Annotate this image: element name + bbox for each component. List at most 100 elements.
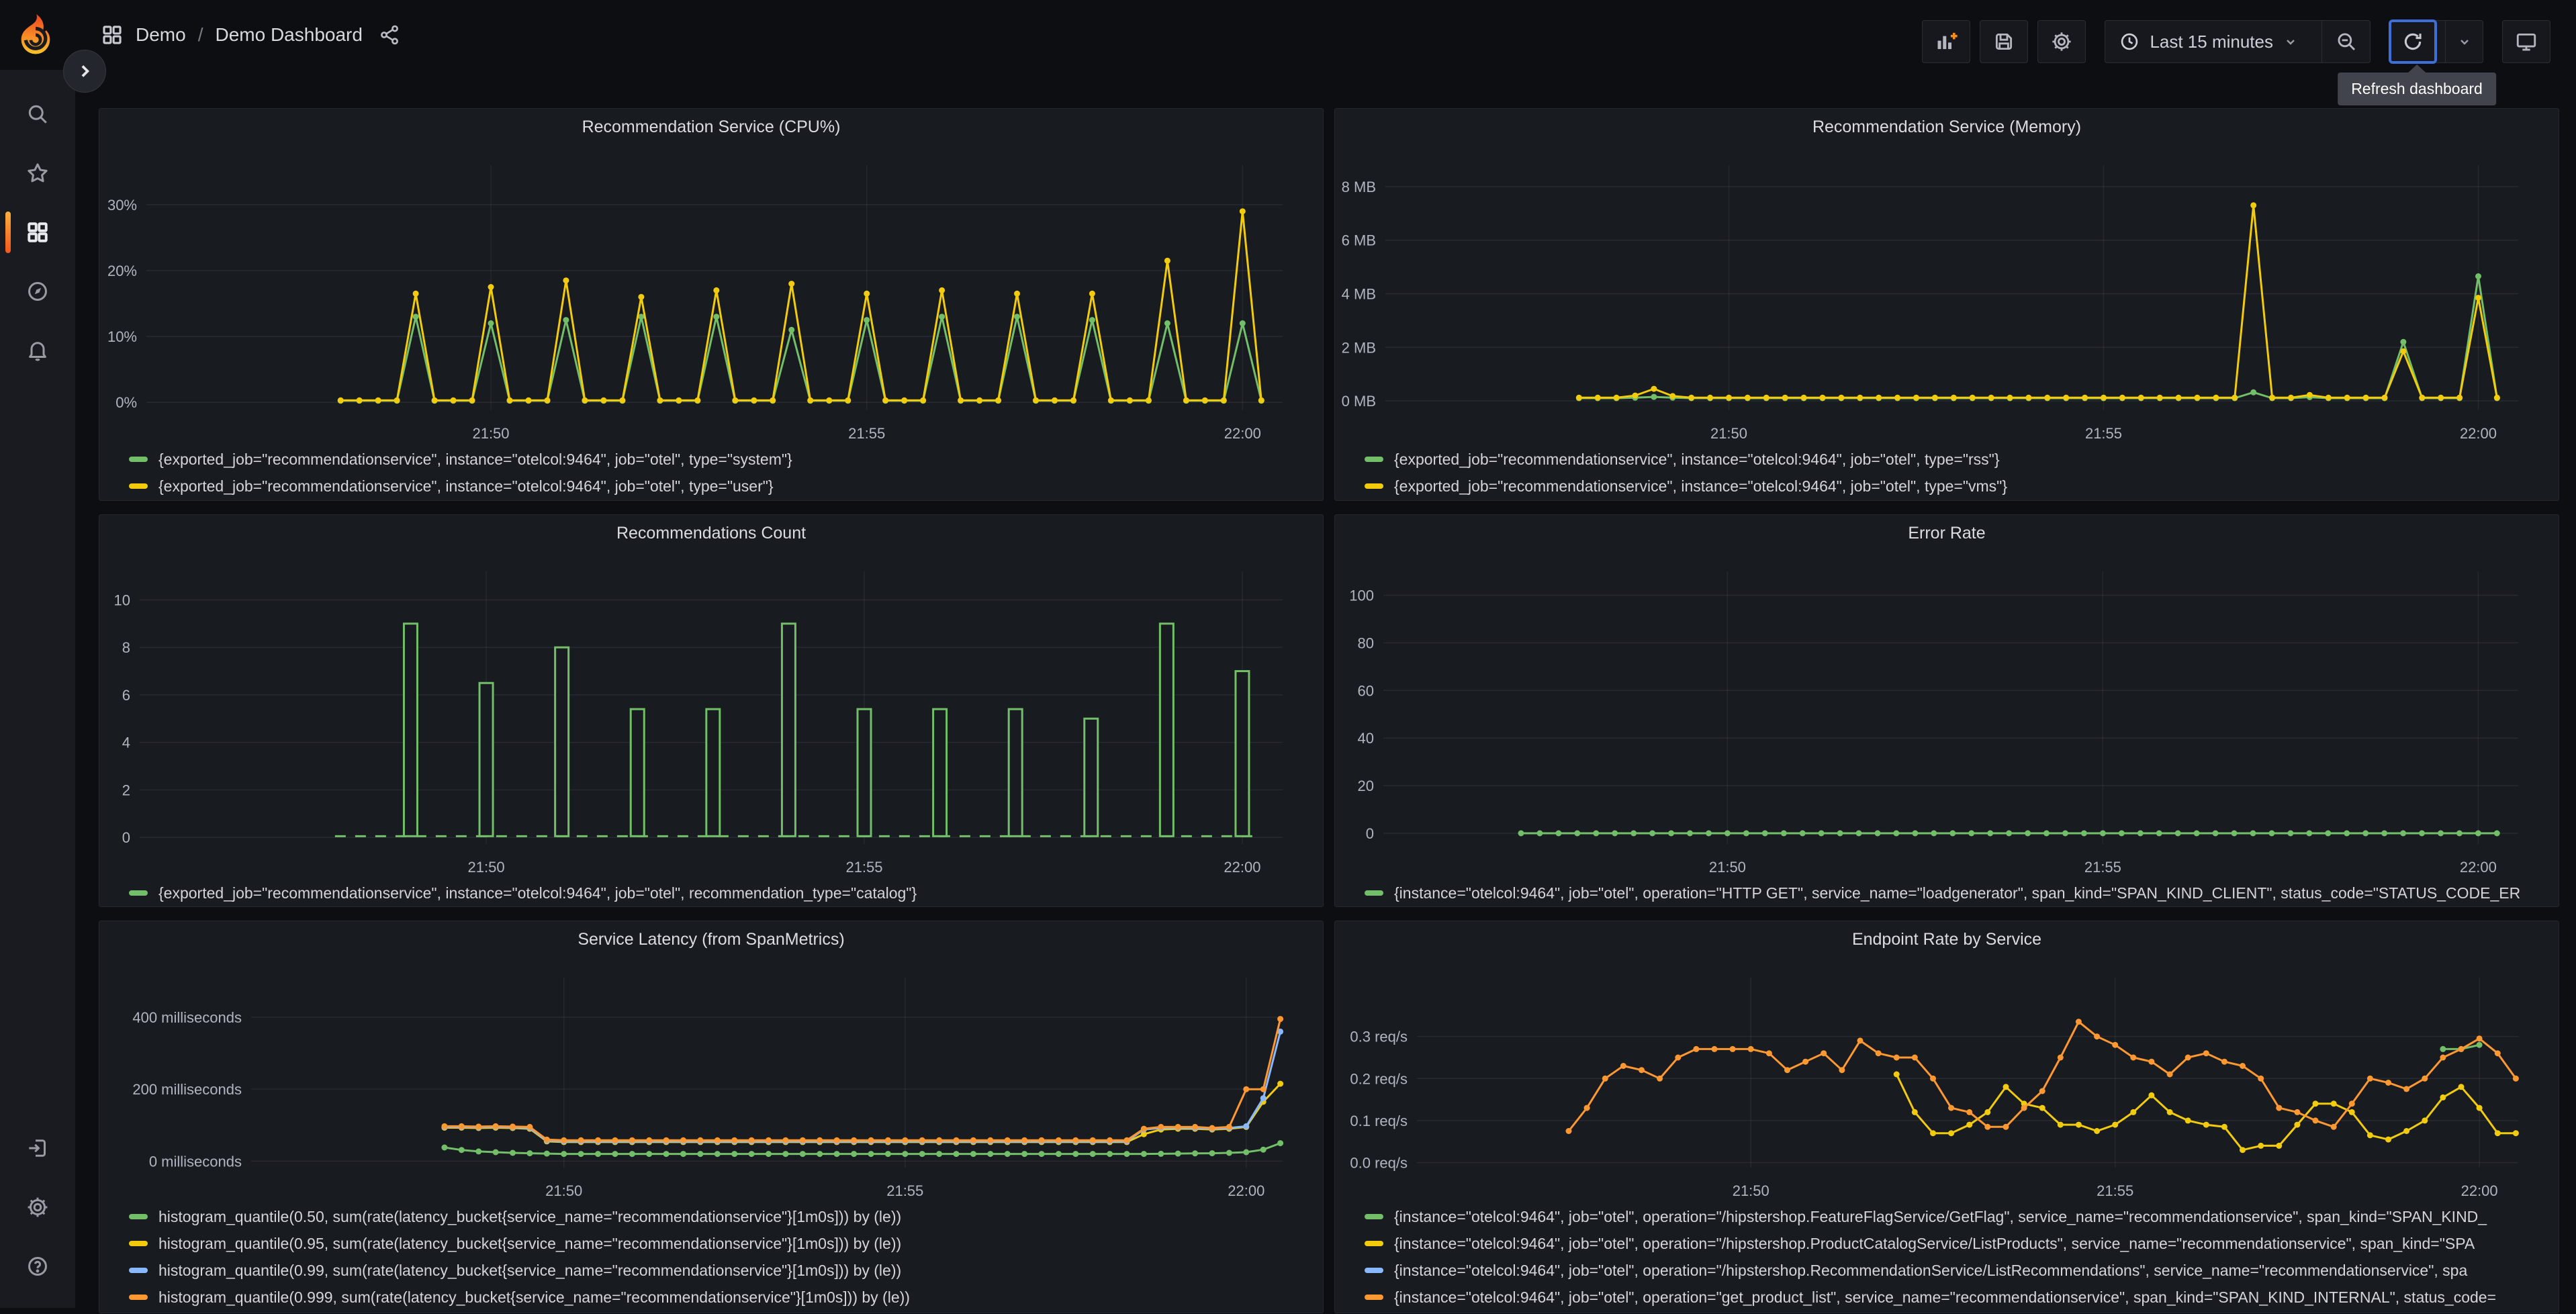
x-axis-label: 22:00 bbox=[1228, 1182, 1264, 1199]
x-axis-label: 21:50 bbox=[472, 425, 509, 442]
legend-swatch-icon bbox=[1365, 890, 1383, 896]
x-axis-label: 21:55 bbox=[2097, 1182, 2133, 1199]
legend-item[interactable]: {exported_job="recommendationservice", i… bbox=[129, 473, 1314, 499]
x-axis-label: 22:00 bbox=[2460, 859, 2497, 876]
legend-item[interactable]: histogram_quantile(0.50, sum(rate(latenc… bbox=[129, 1204, 1314, 1229]
x-axis-label: 22:00 bbox=[1224, 859, 1260, 876]
y-axis-label: 2 MB bbox=[1342, 339, 1376, 356]
y-axis-label: 30% bbox=[107, 197, 137, 214]
refresh-button[interactable] bbox=[2389, 19, 2437, 64]
help-icon bbox=[28, 1257, 47, 1276]
sidebar-item-configuration[interactable] bbox=[0, 1178, 75, 1237]
panel[interactable]: Recommendations Count 21:50 21:55 22:00 0 2 4 6… bbox=[99, 514, 1324, 907]
legend-label: {instance="otelcol:9464", job="otel", op… bbox=[1394, 884, 2521, 902]
panel[interactable]: Error Rate 21:50 21:55 22:00 0 20 40 60 80 100 {in… bbox=[1334, 514, 2559, 907]
x-axis-label: 21:55 bbox=[848, 425, 885, 442]
panel[interactable]: Recommendation Service (CPU%) 21:50 21:55 2… bbox=[99, 108, 1324, 501]
legend-item[interactable]: {instance="otelcol:9464", job="otel", op… bbox=[1365, 1204, 2549, 1229]
legend-item[interactable]: {exported_job="recommendationservice", i… bbox=[1365, 447, 2549, 472]
legend-swatch-icon bbox=[1365, 1268, 1383, 1273]
tooltip-arrow bbox=[2408, 64, 2426, 73]
y-axis-label: 0 bbox=[122, 829, 130, 846]
y-axis-label: 20% bbox=[107, 263, 137, 279]
search-icon bbox=[28, 105, 47, 124]
sidebar-item-starred[interactable] bbox=[0, 144, 75, 203]
gear-icon bbox=[28, 1197, 48, 1217]
x-axis-label: 22:00 bbox=[2461, 1182, 2498, 1199]
legend-swatch-icon bbox=[129, 1241, 148, 1246]
x-axis-label: 21:50 bbox=[1733, 1182, 1769, 1199]
legend-swatch-icon bbox=[129, 890, 148, 896]
y-axis-label: 400 milliseconds bbox=[132, 1009, 242, 1026]
y-axis-label: 0.3 req/s bbox=[1350, 1029, 1408, 1045]
legend-item[interactable]: {exported_job="recommendationservice", i… bbox=[129, 447, 1314, 472]
x-axis-label: 21:55 bbox=[2085, 425, 2122, 442]
y-axis-label: 200 milliseconds bbox=[132, 1081, 242, 1098]
star-icon bbox=[28, 163, 48, 183]
y-axis-label: 60 bbox=[1358, 682, 1374, 699]
panel-chart[interactable]: 21:50 21:55 22:00 0% 10% 20% 30% bbox=[99, 109, 1324, 502]
bell-icon bbox=[29, 342, 46, 361]
chevron-right-icon bbox=[81, 65, 90, 77]
panel-chart[interactable]: 21:50 21:55 22:00 0 2 4 6 8 10 bbox=[99, 515, 1324, 908]
legend-swatch-icon bbox=[1365, 457, 1383, 462]
sidebar-item-search[interactable] bbox=[0, 85, 75, 144]
sign-in-icon bbox=[29, 1139, 46, 1157]
y-axis-label: 40 bbox=[1358, 730, 1374, 747]
y-axis-label: 6 MB bbox=[1342, 232, 1376, 249]
refresh-tooltip: Refresh dashboard bbox=[2338, 64, 2496, 105]
legend-label: histogram_quantile(0.99, sum(rate(latenc… bbox=[158, 1261, 902, 1279]
panel[interactable]: Recommendation Service (Memory) 21:50 21:5… bbox=[1334, 108, 2559, 501]
legend-item[interactable]: {instance="otelcol:9464", job="otel", op… bbox=[1365, 1258, 2549, 1283]
legend-swatch-icon bbox=[129, 457, 148, 462]
legend-label: histogram_quantile(0.999, sum(rate(laten… bbox=[158, 1288, 910, 1306]
legend-item[interactable]: {exported_job="recommendationservice", i… bbox=[1365, 473, 2549, 499]
y-axis-label: 0.2 req/s bbox=[1350, 1070, 1408, 1087]
y-axis-label: 6 bbox=[122, 687, 130, 704]
y-axis-label: 2 bbox=[122, 782, 130, 798]
y-axis-label: 4 MB bbox=[1342, 285, 1376, 302]
legend-item[interactable]: {instance="otelcol:9464", job="otel", op… bbox=[1365, 880, 2549, 906]
legend-label: histogram_quantile(0.95, sum(rate(latenc… bbox=[158, 1234, 902, 1252]
y-axis-label: 0 MB bbox=[1342, 393, 1376, 410]
dashboard-grid: Recommendation Service (CPU%) 21:50 21:55 2… bbox=[0, 0, 2576, 1313]
compass-icon bbox=[28, 282, 47, 301]
legend-item[interactable]: {instance="otelcol:9464", job="otel", op… bbox=[1365, 1231, 2549, 1256]
legend-item[interactable]: histogram_quantile(0.99, sum(rate(latenc… bbox=[129, 1258, 1314, 1283]
x-axis-label: 21:50 bbox=[1710, 425, 1747, 442]
panel[interactable]: Endpoint Rate by Service 21:50 21:55 22:00 0… bbox=[1334, 921, 2559, 1313]
legend-item[interactable]: histogram_quantile(0.95, sum(rate(latenc… bbox=[129, 1231, 1314, 1256]
legend-label: {instance="otelcol:9464", job="otel", op… bbox=[1394, 1261, 2468, 1279]
sidebar-item-explore[interactable] bbox=[0, 262, 75, 321]
legend-swatch-icon bbox=[129, 1295, 148, 1300]
y-axis-label: 0% bbox=[116, 394, 137, 411]
sidebar bbox=[0, 70, 75, 1308]
y-axis-label: 8 MB bbox=[1342, 179, 1376, 195]
panel[interactable]: Service Latency (from SpanMetrics) 21:50 2… bbox=[99, 921, 1324, 1313]
y-axis-label: 20 bbox=[1358, 778, 1374, 794]
y-axis-label: 0 bbox=[1366, 825, 1374, 842]
tooltip-text: Refresh dashboard bbox=[2351, 80, 2483, 97]
x-axis-label: 21:50 bbox=[1709, 859, 1746, 876]
legend-item[interactable]: {exported_job="recommendationservice", i… bbox=[129, 880, 1314, 906]
legend-label: {instance="otelcol:9464", job="otel", op… bbox=[1394, 1234, 2475, 1252]
sidebar-item-help[interactable] bbox=[0, 1237, 75, 1296]
sidebar-item-alerting[interactable] bbox=[0, 321, 75, 380]
legend-item[interactable]: {instance="otelcol:9464", job="otel", op… bbox=[1365, 1284, 2549, 1310]
legend-label: {instance="otelcol:9464", job="otel", op… bbox=[1394, 1207, 2487, 1225]
legend-swatch-icon bbox=[1365, 1214, 1383, 1219]
panel-chart[interactable]: 21:50 21:55 22:00 0 20 40 60 80 100 bbox=[1335, 515, 2560, 908]
legend-item[interactable]: histogram_quantile(0.999, sum(rate(laten… bbox=[129, 1284, 1314, 1310]
legend-label: {exported_job="recommendationservice", i… bbox=[158, 884, 917, 902]
y-axis-label: 0.1 req/s bbox=[1350, 1113, 1408, 1129]
legend-label: {exported_job="recommendationservice", i… bbox=[158, 450, 792, 468]
sidebar-item-sign-in[interactable] bbox=[0, 1119, 75, 1178]
legend-label: {exported_job="recommendationservice", i… bbox=[1394, 450, 2000, 468]
x-axis-label: 21:55 bbox=[886, 1182, 923, 1199]
panel-chart[interactable]: 21:50 21:55 22:00 0 MB 2 MB 4 MB 6 MB 8 MB bbox=[1335, 109, 2560, 502]
sidebar-expand-button[interactable] bbox=[63, 50, 106, 93]
legend-swatch-icon bbox=[129, 1268, 148, 1273]
x-axis-label: 21:55 bbox=[845, 859, 882, 876]
x-axis-label: 21:50 bbox=[468, 859, 505, 876]
sidebar-item-dashboards[interactable] bbox=[0, 203, 75, 262]
